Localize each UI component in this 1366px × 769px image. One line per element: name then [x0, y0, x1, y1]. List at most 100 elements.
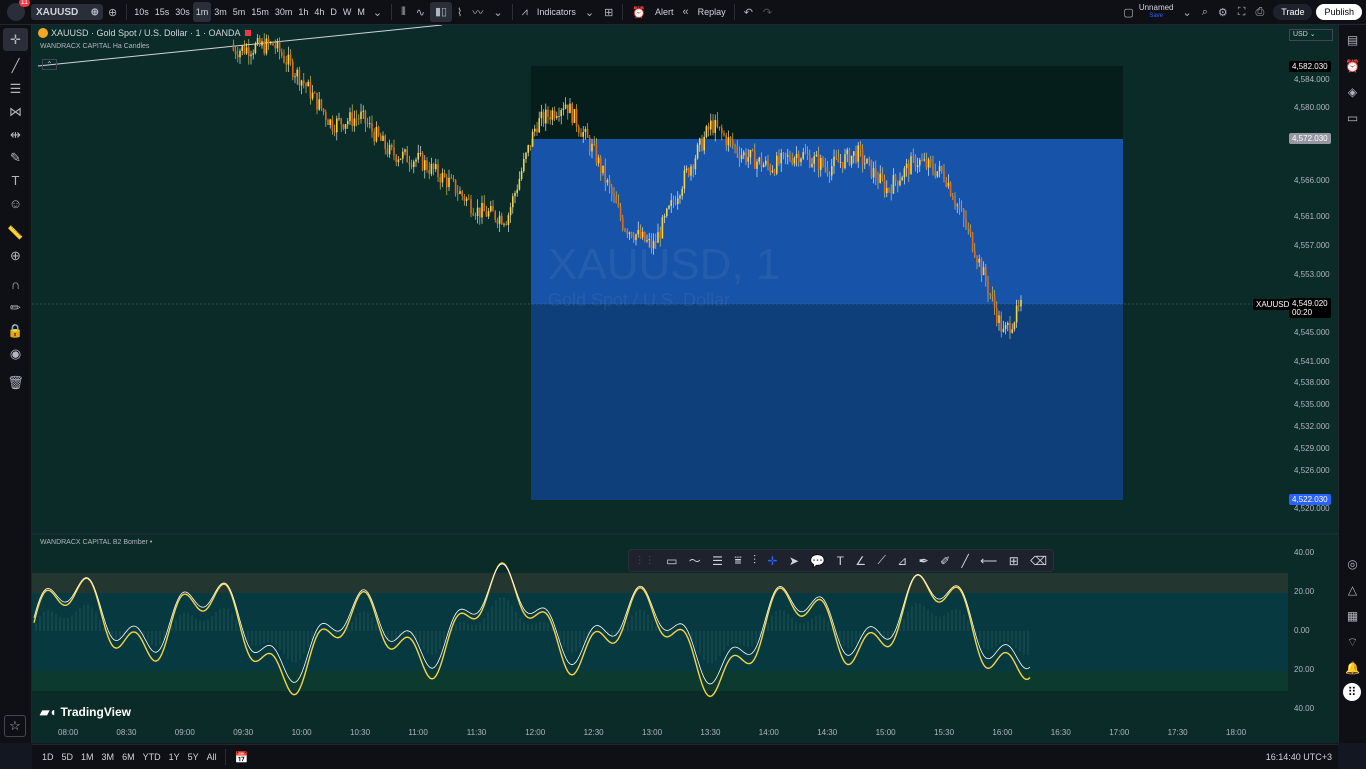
chart-area[interactable]: XAUUSD, 1 Gold Spot / U.S. Dollar XAUUSD…	[32, 25, 1338, 743]
alert-button[interactable]: Alert	[651, 2, 678, 22]
pen-icon[interactable]: ✒	[919, 554, 929, 568]
plus-icon[interactable]: ⊕	[91, 7, 103, 18]
chevron-down-icon[interactable]: ⌄	[580, 6, 599, 19]
interval-M[interactable]: M	[354, 2, 368, 22]
watchlist-icon[interactable]: ▤	[1339, 27, 1366, 53]
symbol-search[interactable]: XAUUSD ⊕	[31, 4, 103, 20]
chevron-down-icon[interactable]: ⌄	[488, 6, 507, 19]
camera-icon[interactable]: ⎙	[1250, 6, 1269, 19]
supply-zone[interactable]	[531, 66, 1123, 139]
interval-W[interactable]: W	[340, 2, 355, 22]
object-tree-icon[interactable]: ◈	[1339, 79, 1366, 105]
trash-icon[interactable]: 🗑	[0, 371, 31, 394]
chevron-down-icon[interactable]: ⌄	[1178, 6, 1197, 19]
measure-icon[interactable]: ⊞	[1009, 554, 1019, 568]
ruler-icon[interactable]: 📏	[0, 221, 31, 244]
crosshair-icon[interactable]: ✛	[3, 28, 28, 51]
range-1y[interactable]: 1Y	[165, 752, 184, 762]
range-all[interactable]: All	[203, 752, 221, 762]
callout-icon[interactable]: 💬	[810, 554, 825, 568]
apps-grid-icon[interactable]: ⠿	[1343, 683, 1361, 701]
chart-title[interactable]: XAUUSD · Gold Spot / U.S. Dollar · 1 · O…	[51, 28, 241, 38]
emoji-icon[interactable]: ☺	[0, 192, 31, 215]
erase-icon[interactable]: ⌫	[1030, 554, 1047, 568]
chat-icon[interactable]: ▭	[1339, 105, 1366, 131]
fib-icon[interactable]: ☰	[0, 77, 31, 100]
layout-name[interactable]: Unnamed Save	[1139, 3, 1174, 21]
collapse-legend-button[interactable]: ⌃	[42, 59, 57, 70]
interval-D[interactable]: D	[327, 2, 340, 22]
zoom-in-icon[interactable]: ⊕	[0, 244, 31, 267]
lock-icon[interactable]: 🔒	[0, 319, 31, 342]
crosshair-tool-icon[interactable]: ✛	[767, 554, 777, 568]
brush-icon[interactable]: ✎	[0, 146, 31, 169]
ray-icon[interactable]: ∠	[855, 554, 866, 568]
clock[interactable]: 16:14:40 UTC+3	[1266, 752, 1332, 762]
notification-bell-icon[interactable]: 🔔	[1339, 655, 1366, 681]
currency-select[interactable]: USD ⌄	[1289, 29, 1333, 41]
range-ytd[interactable]: YTD	[139, 752, 165, 762]
text-tool-icon[interactable]: T	[837, 554, 844, 568]
interval-3m[interactable]: 3m	[211, 2, 230, 22]
candles-style-icon[interactable]: ▮▯	[429, 2, 453, 22]
replay-icon[interactable]: «	[678, 6, 694, 18]
interval-4h[interactable]: 4h	[311, 2, 327, 22]
quick-search-icon[interactable]: ⌕	[1197, 6, 1213, 19]
indicators-button[interactable]: Indicators	[533, 2, 580, 22]
tradingview-logo[interactable]: ▰◖ TradingView	[40, 705, 131, 719]
feed-icon[interactable]: ⌔	[1339, 629, 1366, 655]
pine-editor-icon[interactable]: △	[1339, 577, 1366, 603]
interval-10s[interactable]: 10s	[131, 2, 152, 22]
range-6m[interactable]: 6M	[118, 752, 139, 762]
fib-extension-icon[interactable]: ⩸	[734, 553, 741, 568]
drag-handle-icon[interactable]: ⋮⋮	[635, 555, 655, 566]
fullscreen-icon[interactable]: ⛶	[1233, 6, 1251, 19]
favorites-star-icon[interactable]: ☆	[4, 715, 26, 737]
interval-30m[interactable]: 30m	[272, 2, 296, 22]
line-style-icon[interactable]: ∿	[411, 6, 430, 19]
magnet-icon[interactable]: ∩	[0, 273, 31, 296]
goto-date-icon[interactable]: 📅	[230, 751, 254, 764]
alert-icon[interactable]: ⏰	[627, 6, 651, 19]
highlighter-icon[interactable]: ✐	[940, 554, 950, 568]
templates-icon[interactable]: ⊞	[599, 6, 618, 19]
layout-icon[interactable]: ▢	[1118, 6, 1138, 19]
range-5y[interactable]: 5Y	[184, 752, 203, 762]
forecast-icon[interactable]: ⇹	[0, 123, 31, 146]
indicators-icon[interactable]: ⩘	[517, 6, 533, 19]
publish-button[interactable]: Publish	[1316, 4, 1362, 20]
range-5d[interactable]: 5D	[58, 752, 78, 762]
interval-1m[interactable]: 1m	[192, 2, 212, 22]
trend-line-icon[interactable]: ╱	[0, 54, 31, 77]
eye-icon[interactable]: ◉	[0, 342, 31, 365]
area-style-icon[interactable]: 〰	[467, 4, 488, 20]
stay-drawing-icon[interactable]: ✏	[0, 296, 31, 319]
interval-5m[interactable]: 5m	[230, 2, 249, 22]
gann-icon[interactable]: ⊿	[897, 554, 907, 568]
interval-30s[interactable]: 30s	[172, 2, 193, 22]
undo-icon[interactable]: ↶	[739, 6, 758, 19]
bars-style-icon[interactable]: ⫴	[396, 6, 411, 19]
fib-retracement-icon[interactable]: ☰	[712, 554, 723, 568]
trade-button[interactable]: Trade	[1273, 4, 1313, 20]
position-zone-lower[interactable]	[531, 304, 1123, 500]
path-tool-icon[interactable]: 〜	[689, 552, 701, 569]
calendar-icon[interactable]: ▦	[1339, 603, 1366, 629]
pitchfork-icon[interactable]: ⫶	[753, 553, 756, 568]
range-1d[interactable]: 1D	[38, 752, 58, 762]
pattern-icon[interactable]: ⋈	[0, 100, 31, 123]
interval-15s[interactable]: 15s	[152, 2, 173, 22]
trend-icon[interactable]: ⌇	[452, 6, 467, 19]
compare-add-icon[interactable]: ⊕	[103, 6, 122, 19]
horizontal-line-icon[interactable]: ⟵	[980, 554, 997, 568]
settings-gear-icon[interactable]: ⚙	[1213, 6, 1233, 19]
redo-icon[interactable]: ↷	[758, 6, 777, 19]
text-icon[interactable]: T	[0, 169, 31, 192]
interval-15m[interactable]: 15m	[248, 2, 272, 22]
user-menu-icon[interactable]: 11	[7, 0, 30, 21]
chart-canvas[interactable]	[32, 25, 1338, 743]
oscillator-legend[interactable]: WANDRACX CAPITAL B2 Bomber •	[40, 539, 152, 546]
chevron-down-icon[interactable]: ⌄	[368, 6, 387, 19]
interval-1h[interactable]: 1h	[295, 2, 311, 22]
target-icon[interactable]: ◎	[1339, 551, 1366, 577]
